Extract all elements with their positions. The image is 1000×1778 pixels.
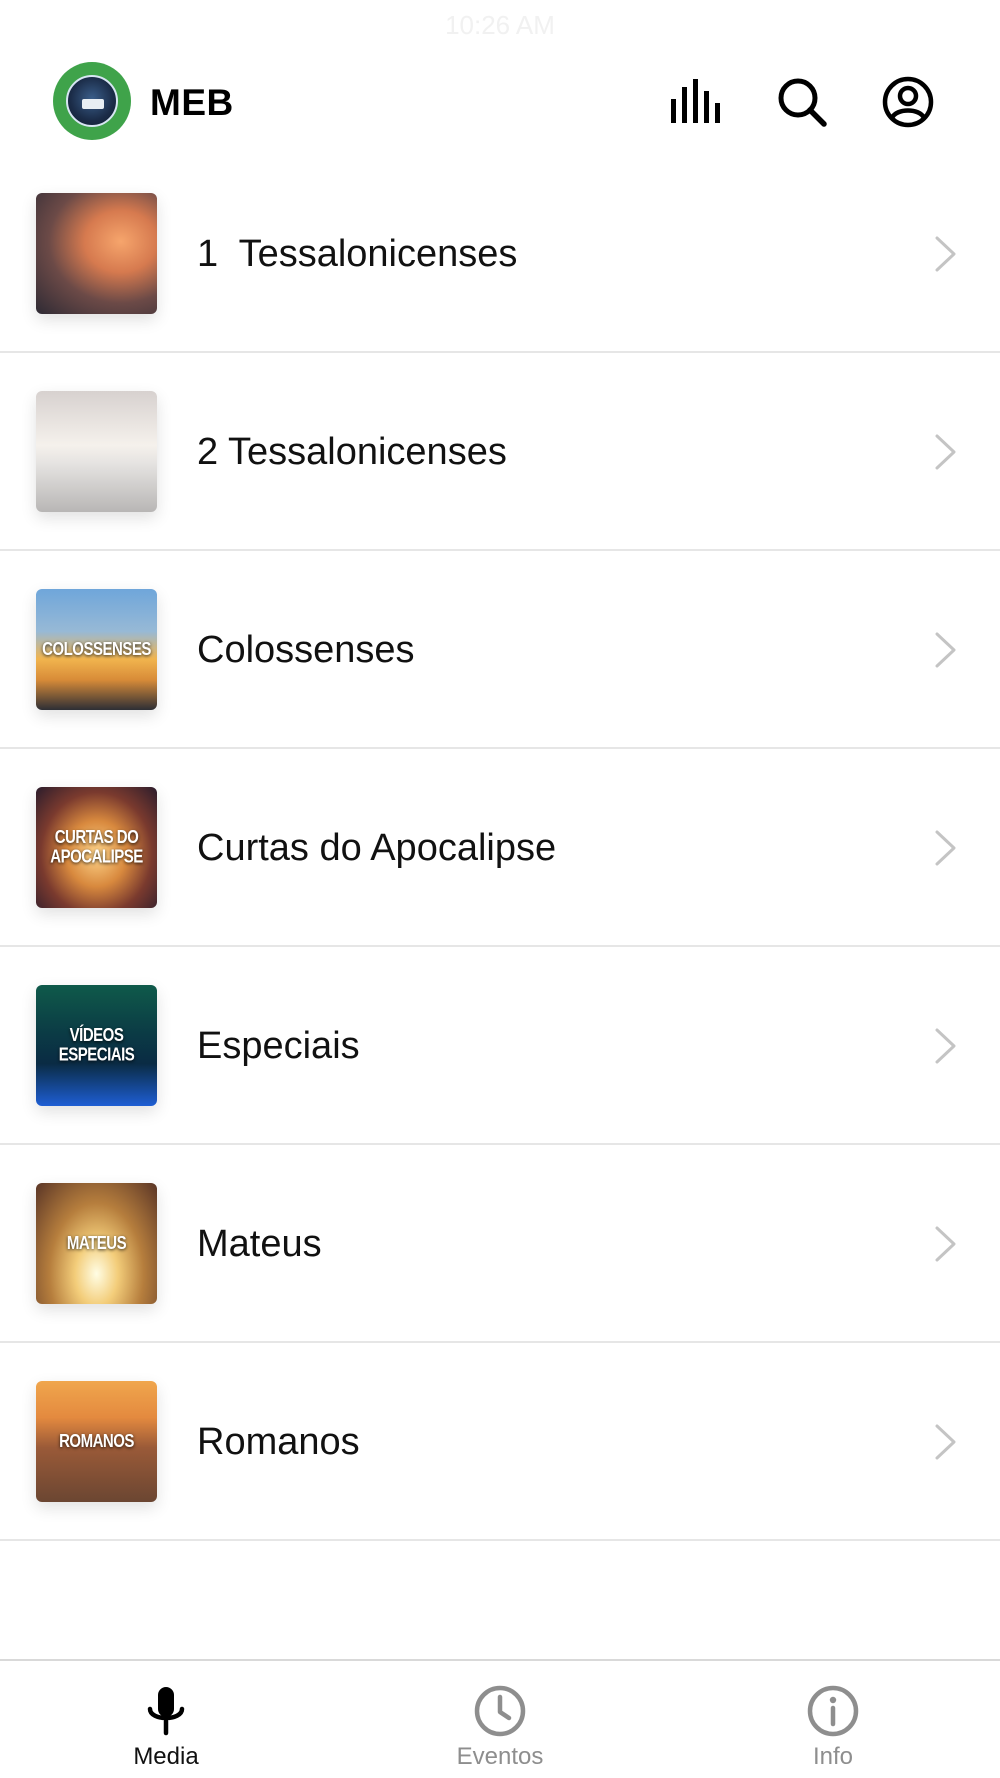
item-title: Romanos: [197, 1421, 360, 1463]
tab-eventos[interactable]: Eventos: [400, 1661, 600, 1778]
tab-bar: Media Eventos Info: [0, 1659, 1000, 1778]
chevron-right-icon: [935, 434, 956, 470]
item-title: Mateus: [197, 1223, 322, 1265]
list-item[interactable]: VÍDEOS ESPECIAIS Especiais: [0, 947, 1000, 1145]
tab-media[interactable]: Media: [66, 1661, 266, 1778]
thumbnail-image: [36, 391, 157, 512]
list-item[interactable]: COLOSSENSES Colossenses: [0, 551, 1000, 749]
tab-label: Eventos: [456, 1743, 544, 1770]
app-logo[interactable]: [53, 62, 131, 140]
thumbnail-text: MATEUS: [66, 1232, 127, 1254]
clock-icon: [472, 1683, 528, 1739]
equalizer-icon[interactable]: [668, 74, 724, 130]
status-time: 10:26 AM: [445, 10, 555, 40]
chevron-right-icon: [935, 1424, 956, 1460]
thumbnail-image: COLOSSENSES: [36, 589, 157, 710]
thumbnail-image: VÍDEOS ESPECIAIS: [36, 985, 157, 1106]
thumbnail-image: [36, 193, 157, 314]
tab-label: Media: [133, 1743, 199, 1770]
search-icon[interactable]: [774, 74, 830, 130]
list-item[interactable]: MATEUS Mateus: [0, 1145, 1000, 1343]
tab-label: Info: [812, 1743, 854, 1770]
app-title: MEB: [150, 82, 234, 123]
item-title: Especiais: [197, 1025, 360, 1067]
list-item[interactable]: 2 Tessalonicenses: [0, 353, 1000, 551]
chevron-right-icon: [935, 1028, 956, 1064]
account-icon[interactable]: [880, 74, 936, 130]
thumbnail-text: CURTAS DO APOCALIPSE: [50, 827, 143, 867]
item-title: 1 Tessalonicenses: [197, 233, 518, 275]
status-bar: 10:26 AM: [0, 0, 1000, 50]
item-title: 2 Tessalonicenses: [197, 431, 507, 473]
thumbnail-text: ROMANOS: [59, 1430, 134, 1452]
thumbnail-text: VÍDEOS ESPECIAIS: [58, 1025, 135, 1065]
chevron-right-icon: [935, 632, 956, 668]
item-title: Curtas do Apocalipse: [197, 827, 557, 869]
meb-logo-icon: [66, 75, 118, 127]
app-header: MEB: [0, 52, 1000, 152]
info-icon: [805, 1683, 861, 1739]
tab-info[interactable]: Info: [733, 1661, 933, 1778]
thumbnail-image: MATEUS: [36, 1183, 157, 1304]
media-list: 1 Tessalonicenses 2 Tessalonicenses COLO…: [0, 155, 1000, 1541]
chevron-right-icon: [935, 236, 956, 272]
microphone-icon: [138, 1683, 194, 1739]
thumbnail-image: CURTAS DO APOCALIPSE: [36, 787, 157, 908]
item-title: Colossenses: [197, 629, 415, 671]
thumbnail-text: COLOSSENSES: [42, 638, 151, 660]
chevron-right-icon: [935, 1226, 956, 1262]
chevron-right-icon: [935, 830, 956, 866]
list-item[interactable]: ROMANOS Romanos: [0, 1343, 1000, 1541]
thumbnail-image: ROMANOS: [36, 1381, 157, 1502]
list-item[interactable]: 1 Tessalonicenses: [0, 155, 1000, 353]
list-item[interactable]: CURTAS DO APOCALIPSE Curtas do Apocalips…: [0, 749, 1000, 947]
